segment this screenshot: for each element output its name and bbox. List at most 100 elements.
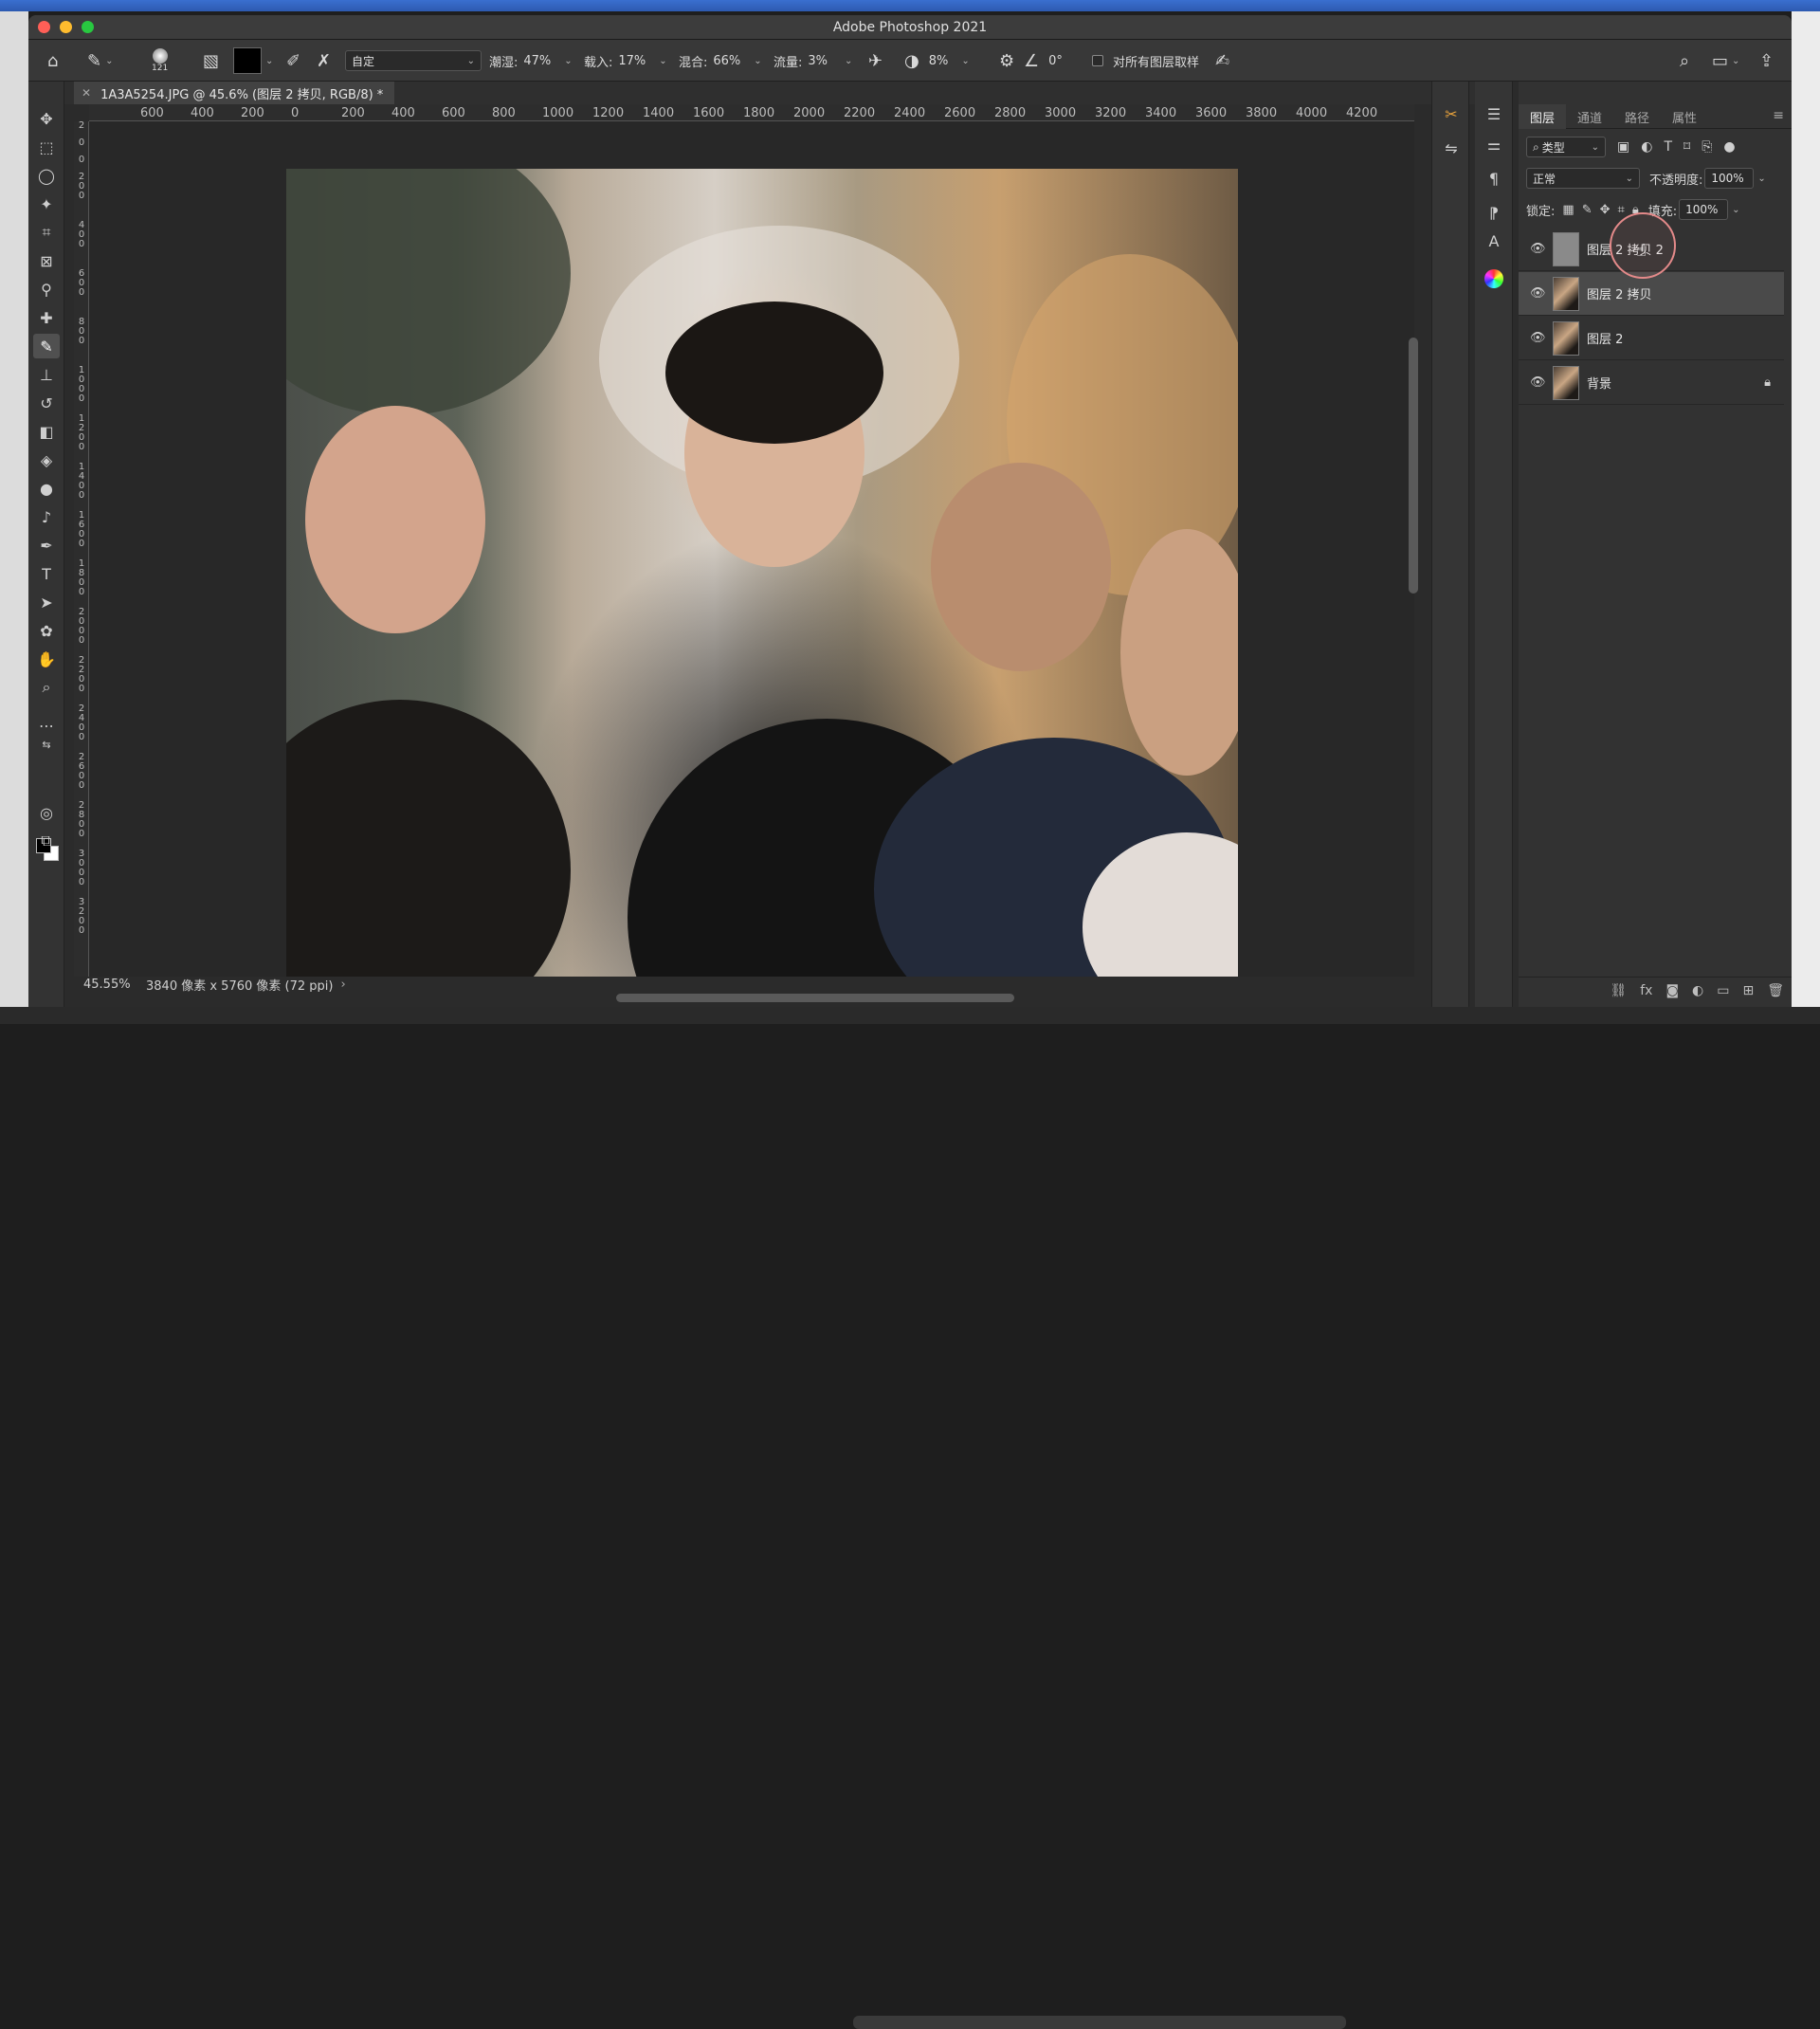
- mix-control[interactable]: 混合: 66% ⌄: [679, 40, 762, 82]
- screen-mode-button[interactable]: ⧉: [33, 829, 60, 853]
- lock-image-pixels-icon[interactable]: ✎: [1582, 203, 1592, 217]
- layer-name[interactable]: 背景: [1587, 374, 1764, 392]
- current-brush-load-swatch[interactable]: ⌄: [233, 40, 273, 82]
- smoothing-value[interactable]: 8%: [929, 54, 949, 68]
- character-styles-icon[interactable]: A: [1481, 228, 1507, 254]
- eye-icon[interactable]: 👁︎: [1530, 242, 1546, 256]
- mix-value[interactable]: 66%: [713, 54, 740, 68]
- link-icon[interactable]: ⛓: [1610, 983, 1627, 998]
- tab-properties[interactable]: 属性: [1661, 104, 1708, 129]
- sample-all-layers-checkbox[interactable]: 对所有图层取样: [1092, 40, 1199, 82]
- load-brush-toggle[interactable]: ✐: [286, 40, 300, 82]
- wet-control[interactable]: 潮湿: 47% ⌄: [489, 40, 573, 82]
- lock-position-icon[interactable]: ✥: [1600, 203, 1611, 217]
- close-icon[interactable]: ✕: [82, 86, 91, 100]
- smoothing-settings-button[interactable]: ⚙: [999, 40, 1014, 82]
- tab-layers[interactable]: 图层: [1519, 104, 1567, 129]
- zoom-level[interactable]: 45.55%: [83, 978, 136, 992]
- chevron-down-icon[interactable]: ⌄: [1757, 174, 1765, 184]
- dodge-tool[interactable]: ♪: [33, 504, 60, 529]
- pen-tool[interactable]: ✒: [33, 533, 60, 558]
- crop-tool[interactable]: ⌗: [33, 220, 60, 245]
- layer-name[interactable]: 图层 2: [1587, 329, 1784, 347]
- tools-preset-icon[interactable]: ✂: [1438, 101, 1465, 127]
- add-mask-icon[interactable]: ◙: [1665, 983, 1679, 998]
- eye-icon[interactable]: 👁︎: [1530, 286, 1546, 301]
- panel-menu-icon[interactable]: ≡: [1773, 108, 1784, 123]
- shape-tool[interactable]: ✿: [33, 618, 60, 643]
- hand-tool[interactable]: ✋: [33, 647, 60, 671]
- healing-tool[interactable]: ✚: [33, 305, 60, 330]
- eraser-tool[interactable]: ◧: [33, 419, 60, 444]
- lock-artboard-icon[interactable]: ⌗: [1618, 203, 1625, 217]
- new-layer-icon[interactable]: ⊞: [1742, 983, 1754, 998]
- flow-value[interactable]: 3%: [808, 54, 828, 68]
- brush-settings-button[interactable]: ▧: [203, 40, 219, 82]
- status-menu-arrow[interactable]: ›: [340, 978, 345, 992]
- paragraph-icon[interactable]: ¶: [1481, 165, 1507, 192]
- paint-bucket-tool[interactable]: ◈: [33, 448, 60, 472]
- airbrush-toggle[interactable]: ✈: [868, 40, 883, 82]
- horizontal-scrollbar[interactable]: [616, 994, 1014, 1002]
- color-wheel-icon[interactable]: [1481, 265, 1507, 292]
- eye-icon[interactable]: 👁︎: [1530, 375, 1546, 390]
- adjustment-layer-icon[interactable]: ◐: [1692, 983, 1703, 998]
- edit-toolbar-button[interactable]: ⋯: [33, 713, 60, 738]
- brush-size-picker[interactable]: 121: [152, 40, 168, 82]
- fill-input[interactable]: 100%: [1679, 199, 1729, 220]
- angle-value[interactable]: 0°: [1048, 54, 1063, 68]
- trash-icon[interactable]: 🗑︎: [1767, 983, 1784, 998]
- adjustments-panel-icon[interactable]: ⚌: [1481, 131, 1507, 157]
- paragraph-styles-icon[interactable]: ⁋: [1481, 199, 1507, 226]
- zoom-tool[interactable]: ⌕: [33, 675, 60, 700]
- layer-filter-select[interactable]: ⌕ 类型 ⌄: [1526, 137, 1606, 157]
- share-button[interactable]: ⇪: [1759, 40, 1774, 82]
- vertical-scrollbar[interactable]: [1409, 338, 1418, 594]
- layer-row[interactable]: 👁︎ 图层 2: [1519, 317, 1784, 360]
- angle-control[interactable]: ∠ 0°: [1024, 40, 1063, 82]
- tab-paths[interactable]: 路径: [1613, 104, 1661, 129]
- layer-row[interactable]: 👁︎ 背景 🔒︎: [1519, 361, 1784, 405]
- smart-object-filter-icon[interactable]: ⎘: [1702, 139, 1712, 155]
- wet-value[interactable]: 47%: [523, 54, 551, 68]
- load-value[interactable]: 17%: [618, 54, 646, 68]
- path-selection-tool[interactable]: ➤: [33, 590, 60, 614]
- stamp-tool[interactable]: ⊥: [33, 362, 60, 387]
- blend-mode-select[interactable]: 正常 ⌄: [1526, 168, 1640, 189]
- history-brush-tool[interactable]: ↺: [33, 391, 60, 415]
- magic-wand-tool[interactable]: ✦: [33, 192, 60, 216]
- canvas-area[interactable]: [89, 121, 1414, 977]
- brush-settings-panel-icon[interactable]: ⇋: [1438, 135, 1465, 161]
- blur-tool[interactable]: ●: [33, 476, 60, 501]
- search-button[interactable]: ⌕: [1680, 40, 1689, 82]
- type-tool[interactable]: T: [33, 561, 60, 586]
- swap-colors-button[interactable]: ⇆: [33, 736, 60, 753]
- smoothing-control[interactable]: ◑ 8% ⌄: [904, 40, 970, 82]
- eyedropper-tool[interactable]: ⚲: [33, 277, 60, 302]
- move-tool[interactable]: ✥: [33, 106, 60, 131]
- lock-transparency-icon[interactable]: ▦: [1562, 203, 1574, 217]
- new-group-icon[interactable]: ▭: [1717, 983, 1729, 998]
- pressure-button[interactable]: ✍: [1215, 40, 1229, 82]
- load-control[interactable]: 载入: 17% ⌄: [584, 40, 667, 82]
- document-image[interactable]: [286, 169, 1238, 977]
- mixer-brush-tool[interactable]: ✎: [33, 334, 60, 358]
- layer-name[interactable]: 图层 2 拷贝: [1587, 284, 1784, 302]
- type-filter-icon[interactable]: T: [1664, 139, 1672, 155]
- tool-preset-picker[interactable]: ✎ ⌄: [87, 40, 113, 82]
- quick-mask-button[interactable]: ◎: [33, 800, 60, 825]
- chevron-down-icon[interactable]: ⌄: [1732, 205, 1739, 215]
- shape-filter-icon[interactable]: ⌑: [1684, 139, 1690, 155]
- frame-tool[interactable]: ⊠: [33, 248, 60, 273]
- adjustment-filter-icon[interactable]: ◐: [1641, 139, 1652, 155]
- lasso-tool[interactable]: ◯: [33, 163, 60, 188]
- checkbox[interactable]: [1092, 55, 1103, 66]
- workspace-switcher[interactable]: ▭ ⌄: [1712, 40, 1739, 82]
- eye-icon[interactable]: 👁︎: [1530, 331, 1546, 345]
- brushes-panel-icon[interactable]: ☰: [1481, 101, 1507, 127]
- clean-brush-toggle[interactable]: ✗: [317, 40, 331, 82]
- fx-icon[interactable]: fx: [1640, 983, 1652, 998]
- document-tab[interactable]: ✕ 1A3A5254.JPG @ 45.6% (图层 2 拷贝, RGB/8) …: [74, 82, 395, 104]
- tab-channels[interactable]: 通道: [1566, 104, 1613, 129]
- filter-toggle-icon[interactable]: ●: [1723, 139, 1735, 155]
